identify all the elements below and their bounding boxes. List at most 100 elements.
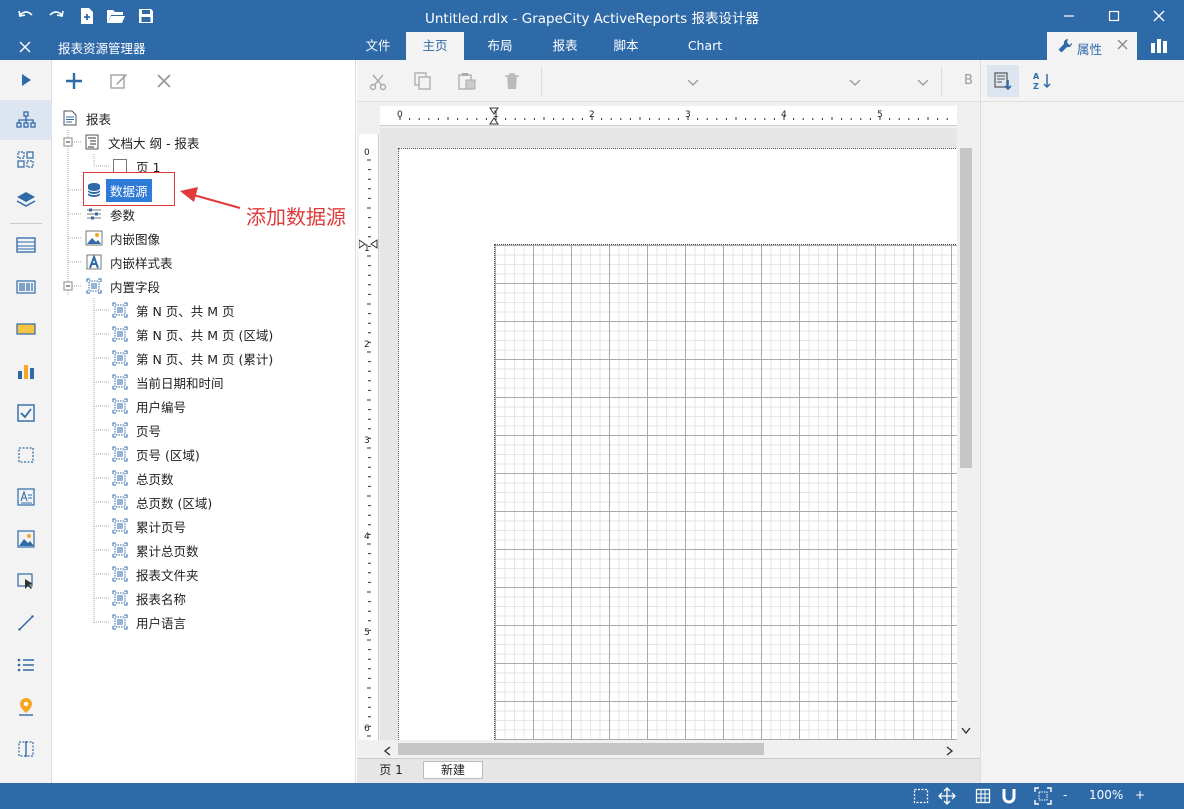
scroll-down-icon[interactable] [961,724,971,738]
field-icon [84,276,104,296]
checkbox-icon[interactable] [0,393,52,433]
zoom-out-button[interactable]: - [1063,788,1067,802]
snap-magnet-icon[interactable] [1001,788,1017,807]
formatted-text-icon[interactable] [0,477,52,517]
vertical-scrollbar[interactable] [957,128,975,740]
tree-item-common-values[interactable]: 内置字段 [84,274,160,298]
input-field-icon[interactable] [0,561,52,601]
list-item[interactable]: 页号 (区域) [110,442,273,466]
tree-item-outline[interactable]: 文档大 纲 - 报表 [82,130,199,154]
font-family-dropdown-chevron-icon[interactable] [687,76,699,90]
map-pin-icon[interactable] [0,687,52,727]
select-mode-icon[interactable] [913,788,929,807]
copy-icon[interactable] [414,72,432,93]
bold-button[interactable]: B [964,73,973,88]
image-icon[interactable] [0,519,52,559]
list-item[interactable]: 报表名称 [110,586,273,610]
close-tab-icon[interactable] [1117,39,1128,53]
list-item-label: 第 N 页、共 M 页 (区域) [136,327,274,343]
tree-item-datasource[interactable]: 数据源 [84,178,152,202]
tab-file[interactable]: 文件 [358,32,398,60]
ruler-v-label: 0 [364,148,370,158]
tab-chart[interactable]: Chart [680,32,730,60]
list-icon[interactable] [0,645,52,685]
delete-icon[interactable] [156,73,172,92]
field-icon [110,396,130,416]
barcode-icon[interactable] [0,267,52,307]
list-item[interactable]: 用户语言 [110,610,273,634]
trash-icon[interactable] [504,72,520,93]
close-panel-icon[interactable] [16,38,34,56]
categorized-button[interactable] [987,65,1019,97]
play-icon[interactable] [0,60,52,100]
tree-item-label: 报表 [86,111,112,127]
svg-text:A: A [1033,72,1040,81]
style-dropdown-chevron-icon[interactable] [917,76,929,90]
tree-item-label: 文档大 纲 - 报表 [108,135,200,151]
wrench-icon [1057,38,1073,57]
list-item[interactable]: 第 N 页、共 M 页 (累计) [110,346,273,370]
list-item[interactable]: 累计总页数 [110,538,273,562]
list-item[interactable]: 页号 [110,418,273,442]
table-icon[interactable] [0,225,52,265]
zoom-in-button[interactable]: + [1135,788,1145,802]
chart-icon[interactable] [0,351,52,391]
properties-panel: AZ [980,60,1184,783]
textbox-icon[interactable] [0,309,52,349]
field-icon [110,564,130,584]
close-window-button[interactable] [1136,0,1182,32]
list-item[interactable]: 第 N 页、共 M 页 (区域) [110,322,273,346]
list-item-label: 当前日期和时间 [136,375,224,391]
tree-item-embedded-images[interactable]: 内嵌图像 [84,226,160,250]
list-item[interactable]: 报表文件夹 [110,562,273,586]
ribbon-tab-bar: 报表资源管理器 文件 主页 布局 报表 脚本 Chart 属性 [0,32,1184,60]
window-title: Untitled.rdlx - GrapeCity ActiveReports … [424,11,759,27]
font-size-dropdown-chevron-icon[interactable] [849,76,861,90]
tab-home[interactable]: 主页 [406,32,464,60]
components-icon[interactable] [0,140,52,180]
list-item[interactable]: 总页数 [110,466,273,490]
scrollbar-thumb[interactable] [960,148,972,468]
list-item[interactable]: 当前日期和时间 [110,370,273,394]
list-item[interactable]: 第 N 页、共 M 页 [110,298,273,322]
list-item[interactable]: 累计页号 [110,514,273,538]
toolbox-icon[interactable] [1150,38,1168,57]
tab-report[interactable]: 报表 [543,32,587,60]
grid-icon[interactable] [975,788,991,807]
edit-icon[interactable] [110,72,128,93]
report-body-grid[interactable] [494,244,957,740]
tab-layout[interactable]: 布局 [478,32,522,60]
page-tab-new[interactable]: 新建 [423,761,483,779]
tab-script[interactable]: 脚本 [604,32,648,60]
pan-icon[interactable] [938,787,956,808]
layers-icon[interactable] [0,180,52,220]
line-icon[interactable] [0,603,52,643]
minimize-button[interactable] [1046,0,1092,32]
page-break-icon[interactable] [0,729,52,769]
list-item[interactable]: 总页数 (区域) [110,490,273,514]
scroll-left-icon[interactable] [383,745,392,759]
add-icon[interactable] [65,72,83,93]
paste-icon[interactable] [458,72,476,93]
cut-icon[interactable] [369,73,387,94]
explorer-toolbar [52,60,356,102]
page-tab-page1[interactable]: 页 1 [361,761,421,779]
horizontal-scrollbar[interactable] [380,740,957,758]
list-item[interactable]: 用户编号 [110,394,273,418]
maximize-button[interactable] [1091,0,1137,32]
tree-item-parameters[interactable]: 参数 [84,202,135,226]
zoom-level: 100% [1089,788,1124,802]
tree-structure-icon[interactable] [0,100,52,140]
scrollbar-thumb[interactable] [398,743,764,755]
container-icon[interactable] [0,435,52,475]
scroll-right-icon[interactable] [946,745,954,759]
tree-item-label: 内嵌图像 [110,231,161,247]
tree-item-report[interactable]: 报表 [60,106,111,130]
list-item-label: 用户编号 [136,399,187,415]
tab-properties[interactable]: 属性 [1047,32,1137,60]
parameters-icon [84,204,104,224]
alphabetical-sort-icon[interactable]: AZ [1033,72,1053,93]
fit-page-icon[interactable] [1034,787,1052,808]
report-page[interactable] [398,148,957,740]
tree-item-embedded-styles[interactable]: 内嵌样式表 [84,250,173,274]
